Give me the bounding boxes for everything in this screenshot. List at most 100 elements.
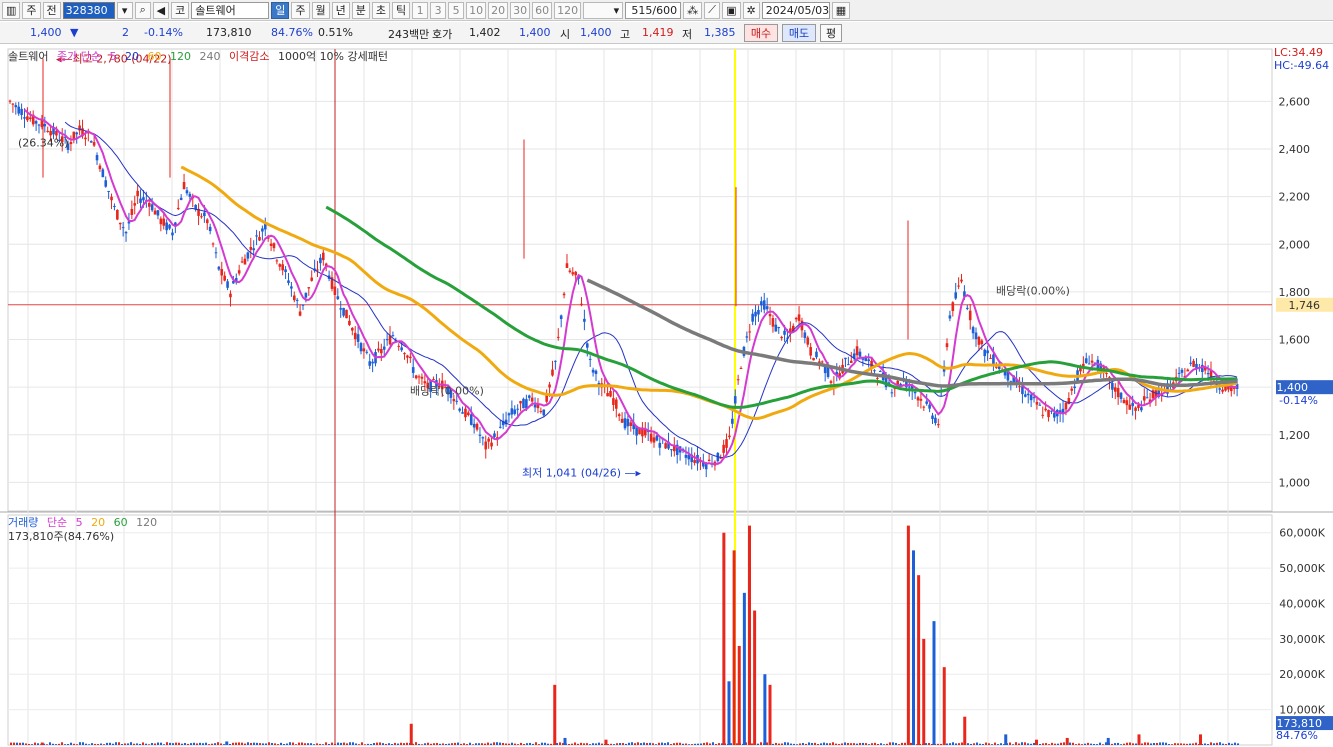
candle-body	[609, 390, 612, 397]
volume-bar	[397, 743, 399, 745]
volume-bar	[1225, 744, 1227, 745]
candle-count-field[interactable]: 515/600	[625, 1, 682, 19]
period-minute[interactable]: 분	[351, 1, 370, 19]
candle-body	[307, 287, 311, 289]
candle-body	[205, 219, 209, 224]
price-legend: 솔트웨어 종가 단순 5 20 60 120 240 이격감소 1000억 10…	[8, 48, 393, 64]
candle-body	[762, 300, 766, 310]
date-field[interactable]: 2024/05/03	[761, 1, 830, 19]
period-second[interactable]: 초	[371, 1, 390, 19]
draw-icon[interactable]: ⟋	[704, 1, 721, 19]
lc-label: LC:34.49	[1274, 46, 1323, 59]
candle-body	[295, 299, 299, 301]
volume-bar	[1009, 742, 1011, 745]
candle-body	[774, 324, 778, 332]
minute-1[interactable]: 1	[412, 1, 429, 19]
legend-disparity: 이격감소	[228, 50, 270, 63]
volume-bar	[679, 742, 681, 745]
volume-bar	[808, 742, 810, 745]
stock-type-label[interactable]: 코	[171, 1, 190, 19]
volume-bar	[214, 743, 216, 745]
legend-ma240: 240	[199, 50, 221, 63]
volume-bar	[328, 743, 330, 745]
volume-bar	[1159, 742, 1161, 745]
stock-name-field[interactable]: 솔트웨어	[191, 1, 270, 19]
code-dropdown-icon[interactable]: ▾	[116, 1, 133, 19]
minute-3[interactable]: 3	[430, 1, 447, 19]
indicator-icon[interactable]: ⁂	[683, 1, 703, 19]
dividend-annotation-1: 배당락(0.00%)	[410, 384, 484, 397]
minute-10[interactable]: 10	[466, 1, 487, 19]
volume-bar	[658, 742, 660, 745]
volume-bar	[349, 742, 351, 745]
volume-bar	[937, 743, 939, 745]
volume-bar	[52, 743, 54, 745]
candle-body	[542, 409, 546, 416]
period-day[interactable]: 일	[271, 1, 290, 19]
volume-bar	[1000, 743, 1002, 745]
volume-bar	[46, 744, 48, 745]
sell-button[interactable]: 매도	[782, 24, 816, 42]
volume-bar	[1199, 734, 1202, 745]
candle-body	[208, 226, 212, 232]
period-month[interactable]: 월	[311, 1, 330, 19]
volume-bar	[664, 743, 666, 745]
hline-value-label: 1,746	[1289, 299, 1321, 312]
minute-30[interactable]: 30	[510, 1, 531, 19]
candle-body	[156, 210, 160, 216]
candle-body	[954, 292, 958, 299]
candle-body	[121, 227, 125, 229]
calendar-icon[interactable]: ▦	[831, 1, 851, 19]
candle-body	[858, 351, 862, 357]
volume-bar	[847, 743, 849, 745]
volume-bar	[310, 743, 312, 745]
volume-bar	[427, 742, 429, 745]
speaker-icon[interactable]: ◀	[152, 1, 170, 19]
candle-body	[469, 414, 473, 425]
volume-bar	[472, 744, 474, 745]
search-icon[interactable]: ⌕	[134, 1, 151, 19]
candle-body	[980, 340, 984, 345]
settings-icon[interactable]: ✲	[742, 1, 760, 19]
chart-menu-icon[interactable]: ▥	[2, 1, 21, 19]
stock-chart[interactable]: 1,000 1,200 1,400 1,600 1,800 2,000 2,200 2,400…	[0, 45, 1333, 747]
volume-bar	[625, 743, 627, 745]
prev-button[interactable]: 전	[42, 1, 61, 19]
candle-body	[809, 347, 812, 356]
volume-bar	[142, 742, 144, 745]
candle-body	[736, 379, 740, 381]
volume-bar	[637, 742, 639, 745]
stock-code-input[interactable]: 328380	[62, 1, 115, 19]
volume-bar	[484, 743, 486, 745]
minute-20[interactable]: 20	[488, 1, 509, 19]
volume-bar	[979, 743, 981, 745]
period-tick[interactable]: 틱	[392, 1, 411, 19]
volume-bar	[415, 742, 417, 745]
legend-ma5: 5	[109, 50, 117, 63]
volume-bar	[325, 742, 327, 745]
minute-120[interactable]: 120	[554, 1, 582, 19]
candle-body	[171, 232, 174, 236]
candle-body	[382, 346, 386, 350]
volume-bar	[772, 743, 774, 745]
candle-body	[780, 336, 783, 339]
candle-body	[133, 203, 137, 206]
candle-body	[272, 243, 276, 249]
volume-bar	[376, 742, 378, 745]
volume-bar	[768, 684, 772, 745]
minute-60[interactable]: 60	[532, 1, 553, 19]
eval-button[interactable]: 평	[820, 24, 842, 42]
candle-body	[733, 396, 737, 404]
minute-5[interactable]: 5	[448, 1, 465, 19]
minute-dropdown[interactable]: ▾	[583, 1, 624, 19]
save-icon[interactable]: ▣	[722, 1, 741, 19]
volume-bar	[802, 742, 804, 745]
volume-bar	[337, 742, 339, 745]
candle-body	[162, 218, 166, 226]
type-button[interactable]: 주	[22, 1, 41, 19]
buy-button[interactable]: 매수	[744, 24, 778, 42]
period-week[interactable]: 주	[291, 1, 310, 19]
volume-bar	[1183, 743, 1185, 745]
period-year[interactable]: 년	[331, 1, 350, 19]
volume-bar	[1168, 744, 1170, 745]
